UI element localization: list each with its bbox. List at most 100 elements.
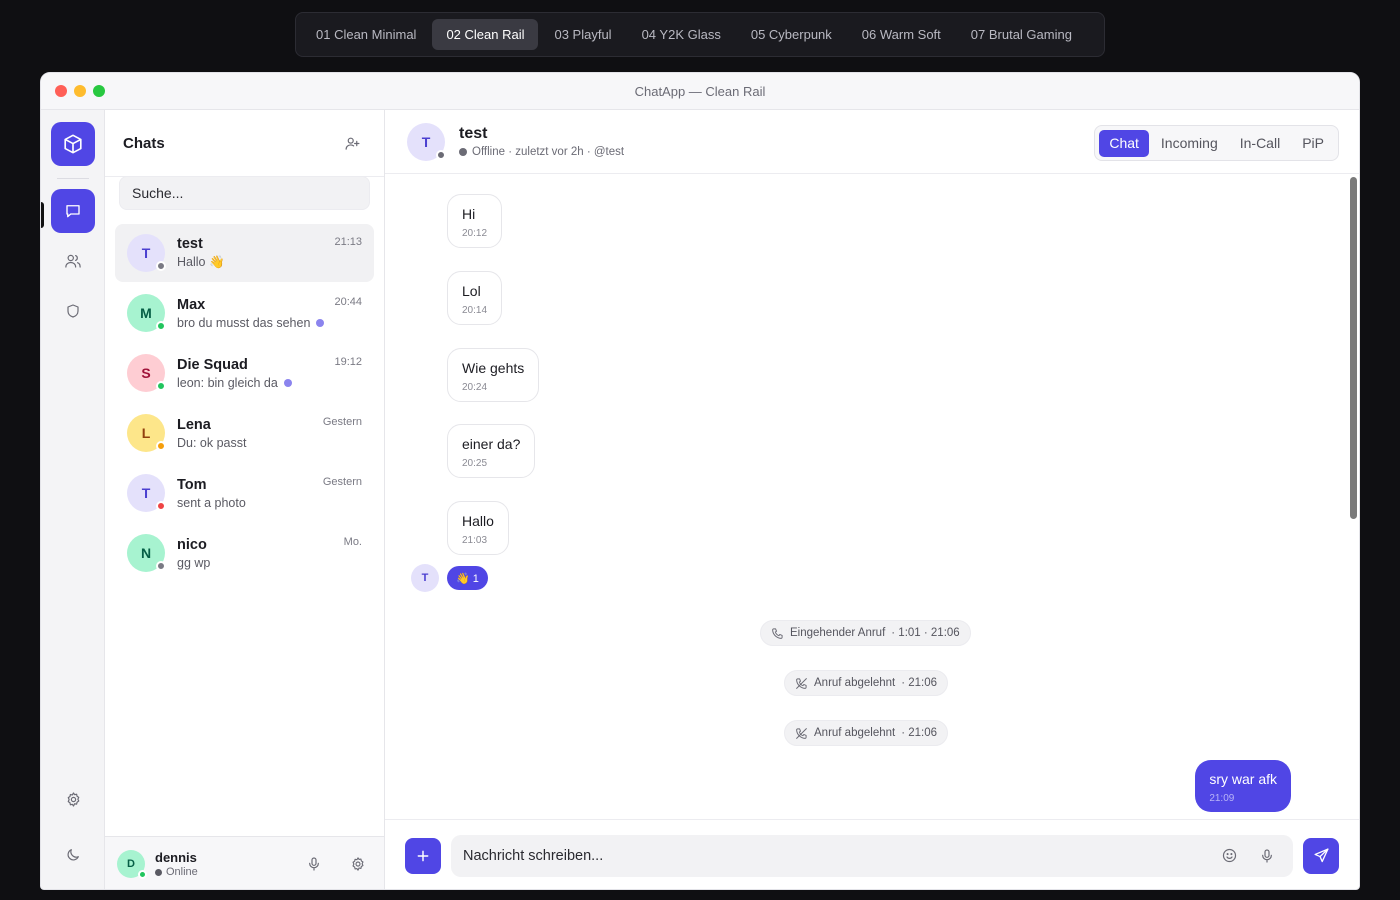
rail-active-indicator xyxy=(41,202,44,228)
rail-security-button[interactable] xyxy=(51,289,95,333)
nav-rail xyxy=(41,110,105,889)
cube-icon xyxy=(63,134,82,154)
chat-time: 21:13 xyxy=(334,236,362,248)
chat-preview: Hallo 👋 xyxy=(177,255,225,269)
add-contact-button[interactable] xyxy=(338,129,366,157)
chat-status-dot xyxy=(156,381,166,391)
emoji-button[interactable] xyxy=(1215,842,1243,870)
chat-search xyxy=(119,176,370,210)
user-avatar[interactable]: D xyxy=(117,850,147,879)
microphone-button[interactable] xyxy=(300,850,328,878)
user-name: dennis xyxy=(155,850,197,865)
chat-preview: bro du musst das sehen xyxy=(177,315,311,330)
message-bubble[interactable]: Hi 20:12 xyxy=(447,194,503,248)
theme-tab-cyberpunk[interactable]: 05 Cyberpunk xyxy=(737,19,846,50)
message-time: 20:12 xyxy=(462,228,488,239)
chat-list-item[interactable]: Nnico gg wp Mo. xyxy=(115,524,374,582)
chat-list-item[interactable]: L Lena Du: ok passt Gestern xyxy=(115,404,374,462)
chat-list-item[interactable]: M Max bro du musst das sehen 20:44 xyxy=(115,284,374,342)
chat-preview: leon: bin gleich da xyxy=(177,375,278,390)
user-plus-icon xyxy=(345,137,359,150)
theme-tab-clean-minimal[interactable]: 01 Clean Minimal xyxy=(302,19,430,50)
message-text: Hi xyxy=(462,206,476,222)
chat-status-dot xyxy=(156,441,166,451)
chat-avatar-initial: T xyxy=(141,485,151,501)
chat-avatar-initial: N xyxy=(140,545,152,561)
close-window-button[interactable] xyxy=(55,85,67,97)
rail-theme-button[interactable] xyxy=(51,833,95,877)
chat-status-dot xyxy=(156,261,166,271)
message-input[interactable] xyxy=(463,847,1205,864)
reaction-chip[interactable]: 👋 1 xyxy=(447,566,488,590)
message-bubble[interactable]: Wie gehts 20:24 xyxy=(447,348,540,402)
search-input[interactable] xyxy=(132,185,357,201)
message-bubble[interactable]: einer da? 20:25 xyxy=(447,424,536,478)
chat-avatar: T xyxy=(127,234,166,272)
message-list[interactable]: Hi 20:12 Lol 20:14 Wie gehts 20:24 einer… xyxy=(385,174,1359,819)
theme-tab-brutal-gaming[interactable]: 07 Brutal Gaming xyxy=(957,19,1086,50)
app-window: ChatApp — Clean Rail Chats Suche... T te… xyxy=(40,72,1360,890)
message-time: 21:03 xyxy=(462,535,488,546)
voice-message-button[interactable] xyxy=(1253,842,1281,870)
message-bubble[interactable]: Lol 20:14 xyxy=(447,271,503,325)
chat-preview: gg wp xyxy=(177,555,211,570)
call-event-pill: Anruf abgelehnt · 21:06 xyxy=(784,670,949,696)
minimize-window-button[interactable] xyxy=(74,85,86,97)
phone-off-icon xyxy=(796,727,807,739)
chat-status-dot xyxy=(156,561,166,571)
call-event-pill: Eingehender Anruf · 1:01 · 21:06 xyxy=(760,620,971,646)
window-controls xyxy=(55,85,105,97)
send-button[interactable] xyxy=(1303,837,1339,874)
message-time: 20:14 xyxy=(462,305,488,316)
maximize-window-button[interactable] xyxy=(93,85,105,97)
gear-icon xyxy=(67,791,79,807)
message-input-wrap xyxy=(451,834,1293,877)
chat-avatar: M xyxy=(127,294,166,332)
sender-avatar[interactable]: T xyxy=(411,564,439,592)
chat-time: Gestern xyxy=(322,476,362,488)
moon-icon xyxy=(67,849,79,861)
message-time: 20:25 xyxy=(462,458,488,469)
app-logo[interactable] xyxy=(50,122,95,166)
chat-preview: Du: ok passt xyxy=(177,435,247,450)
tab-chat[interactable]: Chat xyxy=(1099,129,1149,157)
tab-pip[interactable]: PiP xyxy=(1292,130,1334,157)
message-text: Lol xyxy=(462,283,481,299)
user-avatar-initial: D xyxy=(127,858,135,870)
theme-switcher: 01 Clean Minimal 02 Clean Rail 03 Playfu… xyxy=(295,12,1105,57)
chat-name: nico xyxy=(177,536,207,553)
chat-status-dot xyxy=(156,501,166,511)
chat-time: Mo. xyxy=(343,536,362,548)
call-event-label: Eingehender Anruf xyxy=(790,627,886,639)
chat-list-item[interactable]: Ttest Hallo 👋 21:13 xyxy=(115,224,374,282)
rail-settings-button[interactable] xyxy=(51,777,95,821)
tab-incoming[interactable]: Incoming xyxy=(1151,130,1228,157)
contact-status-dot xyxy=(436,149,446,160)
rail-chats-button[interactable] xyxy=(50,189,95,233)
plus-icon xyxy=(417,850,429,861)
user-status-text: Online xyxy=(166,866,198,878)
message-bubble[interactable]: Hallo 21:03 xyxy=(447,501,509,555)
theme-tab-y2k-glass[interactable]: 04 Y2K Glass xyxy=(628,19,735,50)
chat-list-item[interactable]: S Die Squad leon: bin gleich da 19:12 xyxy=(115,344,374,402)
theme-tab-playful[interactable]: 03 Playful xyxy=(540,19,625,50)
theme-tab-warm-soft[interactable]: 06 Warm Soft xyxy=(848,19,955,50)
outgoing-message-bubble[interactable]: sry war afk 21:09 xyxy=(1195,760,1291,812)
rail-contacts-button[interactable] xyxy=(51,239,95,283)
chat-avatar: T xyxy=(127,474,166,512)
scrollbar[interactable] xyxy=(1350,177,1357,519)
contact-avatar-initial: T xyxy=(421,133,431,150)
contact-avatar[interactable]: T xyxy=(407,122,446,161)
contact-name: test xyxy=(459,125,488,142)
chat-list-item[interactable]: T Tom sent a photo Gestern xyxy=(115,464,374,522)
contact-status-text: Offline · zuletzt vor 2h · @test xyxy=(472,146,625,158)
user-settings-button[interactable] xyxy=(344,850,372,878)
attach-button[interactable] xyxy=(405,837,441,874)
current-user-bar: D dennis Online xyxy=(105,836,384,889)
tab-in-call[interactable]: In-Call xyxy=(1230,130,1290,157)
user-status-dot xyxy=(138,870,147,879)
chat-list-title: Chats xyxy=(123,134,165,152)
user-online-dot xyxy=(155,868,162,876)
theme-tab-clean-rail[interactable]: 02 Clean Rail xyxy=(432,19,539,50)
shield-icon xyxy=(66,304,79,318)
